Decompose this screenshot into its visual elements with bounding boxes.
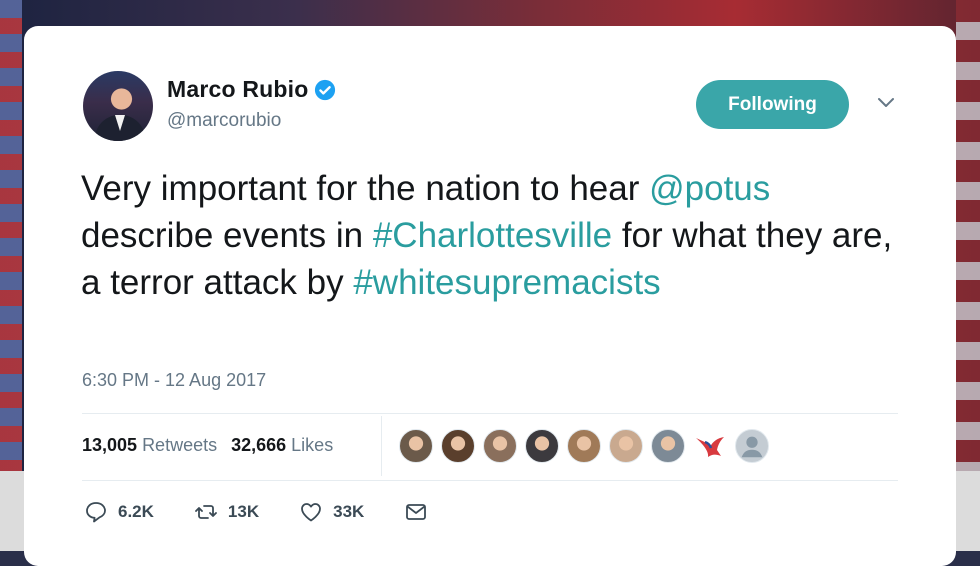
tweet-text-segment: describe events in bbox=[81, 216, 373, 255]
stats-separator bbox=[381, 416, 382, 476]
divider-bottom bbox=[82, 480, 898, 481]
likes-count[interactable]: 32,666 bbox=[231, 435, 286, 456]
retweet-icon bbox=[195, 505, 217, 519]
chevron-down-icon[interactable] bbox=[876, 96, 896, 110]
like-count: 33K bbox=[333, 502, 365, 521]
reply-icon bbox=[86, 502, 106, 523]
liker-avatar[interactable] bbox=[651, 429, 685, 463]
avatar[interactable] bbox=[83, 71, 153, 141]
liker-avatars bbox=[399, 429, 777, 463]
divider-top bbox=[82, 413, 898, 414]
following-button[interactable]: Following bbox=[696, 80, 849, 129]
default-avatar[interactable] bbox=[735, 429, 769, 463]
heart-icon bbox=[301, 503, 322, 522]
flag-stripes-left bbox=[0, 0, 22, 551]
author-name[interactable]: Marco Rubio bbox=[167, 76, 308, 103]
retweet-button[interactable]: 13K bbox=[194, 500, 259, 524]
reply-count: 6.2K bbox=[118, 502, 154, 521]
mention-link-potus[interactable]: @potus bbox=[649, 169, 770, 208]
author-name-row: Marco Rubio bbox=[167, 76, 336, 103]
bird-logo-icon bbox=[696, 437, 724, 457]
author-handle[interactable]: @marcorubio bbox=[167, 110, 281, 132]
tweet-timestamp[interactable]: 6:30 PM - 12 Aug 2017 bbox=[82, 370, 266, 391]
verified-badge-icon bbox=[315, 79, 336, 100]
liker-avatar[interactable] bbox=[483, 429, 517, 463]
liker-avatar[interactable] bbox=[567, 429, 601, 463]
default-person-icon bbox=[741, 436, 763, 458]
liker-avatar[interactable] bbox=[441, 429, 475, 463]
bird-logo-avatar[interactable] bbox=[693, 429, 727, 463]
tweet-text: Very important for the nation to hear @p… bbox=[81, 165, 901, 306]
action-bar: 6.2K 13K 33K bbox=[84, 500, 468, 524]
engagement-stats: 13,005 Retweets 32,666 Likes bbox=[82, 435, 347, 456]
flag-stripes-right bbox=[956, 0, 980, 551]
retweets-count[interactable]: 13,005 bbox=[82, 435, 137, 456]
liker-avatar[interactable] bbox=[609, 429, 643, 463]
liker-avatar[interactable] bbox=[525, 429, 559, 463]
reply-button[interactable]: 6.2K bbox=[84, 500, 154, 524]
likes-label[interactable]: Likes bbox=[291, 435, 333, 456]
tweet-text-segment: Very important for the nation to hear bbox=[81, 169, 650, 208]
liker-avatar[interactable] bbox=[399, 429, 433, 463]
like-button[interactable]: 33K bbox=[299, 500, 364, 524]
tweet-card: Marco Rubio @marcorubio Following Very i… bbox=[24, 26, 956, 566]
hashtag-link-charlottesville[interactable]: #Charlottesville bbox=[373, 216, 612, 255]
envelope-icon bbox=[406, 504, 427, 520]
retweet-count: 13K bbox=[227, 502, 260, 521]
direct-message-button[interactable] bbox=[404, 500, 428, 524]
hashtag-link-whitesupremacists[interactable]: #whitesupremacists bbox=[353, 263, 660, 302]
retweets-label[interactable]: Retweets bbox=[142, 435, 217, 456]
